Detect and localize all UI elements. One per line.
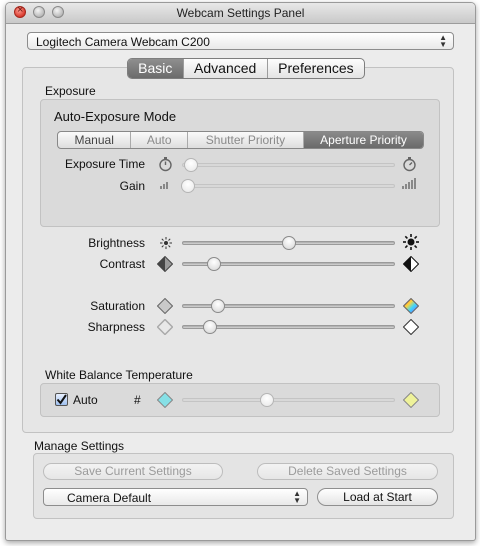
- manage-settings-title: Manage Settings: [34, 439, 125, 453]
- contrast-label: Contrast: [99, 257, 145, 271]
- stopwatch-icon: [159, 157, 172, 172]
- tab-preferences[interactable]: Preferences: [266, 59, 364, 78]
- sharpness-icon: [157, 319, 173, 335]
- sharpness-icon: [403, 319, 419, 335]
- brightness-label: Brightness: [88, 236, 145, 250]
- auto-exposure-mode-label: Auto-Exposure Mode: [54, 109, 177, 124]
- popup-arrows-icon: ▲ ▼: [293, 489, 301, 505]
- sun-icon: [403, 234, 419, 250]
- gain-track: [182, 184, 395, 188]
- auto-white-balance-checkbox[interactable]: [55, 393, 68, 406]
- popup-arrows-icon: ▲ ▼: [439, 33, 447, 49]
- mode-shutter-priority[interactable]: Shutter Priority: [186, 132, 303, 148]
- tab-advanced[interactable]: Advanced: [182, 59, 267, 78]
- brightness-slider-thumb[interactable]: [281, 236, 296, 250]
- exposure-time-slider-thumb[interactable]: [183, 158, 198, 172]
- sun-icon: [160, 237, 172, 249]
- exposure-title: Exposure: [45, 84, 96, 98]
- preset-select-value: Camera Default: [67, 491, 152, 505]
- save-current-settings-button[interactable]: Save Current Settings: [43, 463, 223, 480]
- auto-white-balance-label: Auto: [73, 393, 98, 407]
- exposure-mode-control: Manual Auto Shutter Priority Aperture Pr…: [57, 131, 424, 149]
- mode-manual[interactable]: Manual: [58, 132, 130, 148]
- checkmark-icon: [56, 394, 67, 405]
- saturation-label: Saturation: [90, 299, 145, 313]
- mode-auto[interactable]: Auto: [130, 132, 187, 148]
- contrast-icon: [403, 256, 419, 272]
- camera-select[interactable]: Logitech Camera Webcam C200 ▲ ▼: [27, 32, 454, 50]
- white-balance-track: [182, 398, 395, 402]
- window-title: Webcam Settings Panel: [176, 6, 305, 20]
- white-balance-icon: [403, 392, 419, 408]
- saturation-icon: [157, 298, 173, 314]
- exposure-time-label: Exposure Time: [64, 157, 145, 171]
- signal-bars-icon: [402, 178, 416, 189]
- gain-label: Gain: [119, 179, 145, 193]
- contrast-icon: [157, 256, 173, 272]
- exposure-time-track: [182, 163, 395, 167]
- load-at-start-button[interactable]: Load at Start: [317, 488, 438, 506]
- sharpness-slider-thumb[interactable]: [202, 320, 217, 334]
- tab-bar: Basic Advanced Preferences: [127, 58, 365, 79]
- stopwatch-icon: [403, 157, 416, 172]
- mode-aperture-priority[interactable]: Aperture Priority: [303, 132, 423, 148]
- delete-saved-settings-button[interactable]: Delete Saved Settings: [257, 463, 438, 480]
- tab-basic[interactable]: Basic: [128, 59, 183, 78]
- white-balance-hash-label: #: [134, 393, 141, 407]
- preset-select[interactable]: Camera Default ▲ ▼: [43, 488, 308, 506]
- settings-window: Webcam Settings Panel Logitech Camera We…: [5, 2, 476, 541]
- white-balance-icon: [157, 392, 173, 408]
- sharpness-label: Sharpness: [87, 320, 145, 334]
- saturation-icon: [403, 298, 419, 314]
- title-bar[interactable]: Webcam Settings Panel: [6, 3, 475, 24]
- signal-bars-icon: [160, 182, 168, 189]
- contrast-slider-thumb[interactable]: [206, 257, 221, 271]
- white-balance-title: White Balance Temperature: [45, 368, 193, 382]
- camera-select-value: Logitech Camera Webcam C200: [36, 35, 210, 49]
